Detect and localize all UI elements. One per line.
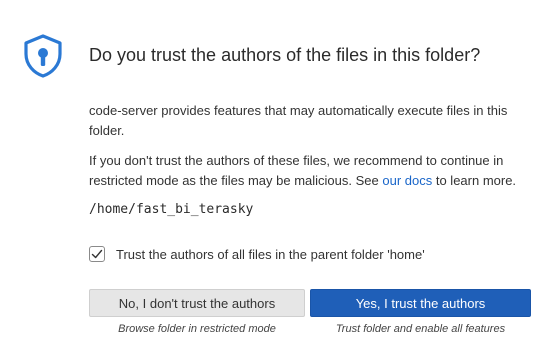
dont-trust-caption: Browse folder in restricted mode (118, 323, 276, 335)
trust-parent-checkbox[interactable] (89, 246, 105, 262)
trust-caption: Trust folder and enable all features (335, 323, 506, 335)
checkmark-icon (91, 249, 103, 259)
trust-parent-label: Trust the authors of all files in the pa… (116, 246, 425, 262)
description-paragraph: code-server provides features that may a… (89, 103, 508, 138)
trust-parent-option[interactable]: Trust the authors of all files in the pa… (89, 246, 425, 262)
dont-trust-button[interactable]: No, I don't trust the authors (89, 289, 305, 317)
trust-button[interactable]: Yes, I trust the authors (310, 289, 531, 317)
warning-paragraph: If you don't trust the authors of these … (89, 151, 541, 191)
shield-lock-icon (24, 34, 62, 78)
folder-path: /home/fast_bi_terasky (89, 202, 254, 217)
our-docs-link[interactable]: our docs (382, 173, 432, 188)
dialog-title: Do you trust the authors of the files in… (89, 45, 481, 65)
warning-text-after: to learn more. (432, 173, 517, 188)
workspace-trust-dialog: Do you trust the authors of the files in… (0, 0, 553, 362)
